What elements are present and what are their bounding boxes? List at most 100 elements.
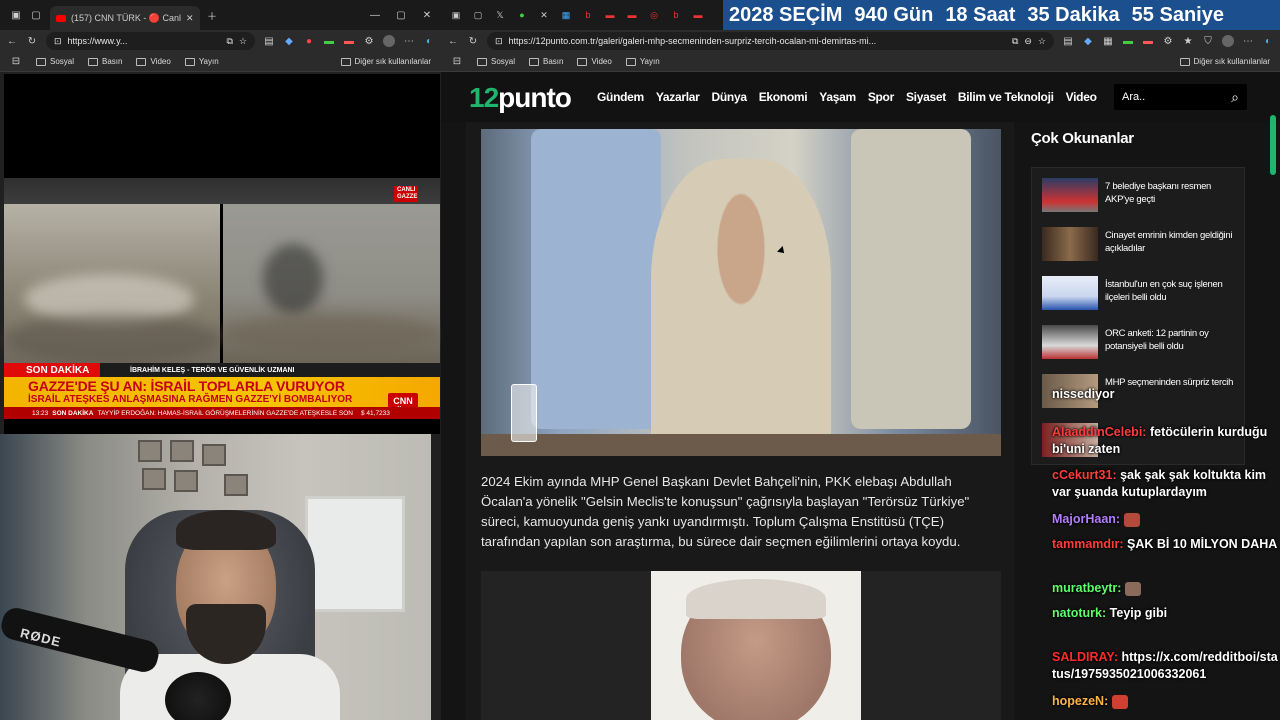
read-aloud-icon[interactable]: ⧉ — [226, 36, 232, 47]
bookmark-folder[interactable]: Yayın — [625, 57, 660, 66]
settings-gear-icon[interactable]: ⚙ — [363, 35, 375, 47]
popular-item[interactable]: İstanbul'un en çok suç işlenen ilçeleri … — [1042, 276, 1242, 316]
right-url-field[interactable]: ⊡ https://12punto.com.tr/galeri/galeri-m… — [487, 32, 1054, 50]
favorites-icon[interactable]: ★ — [1182, 35, 1194, 47]
refresh-icon[interactable]: ↻ — [467, 35, 479, 47]
nav-item-spor[interactable]: Spor — [868, 90, 894, 104]
favorite-star-icon[interactable]: ☆ — [239, 36, 247, 47]
article-content: 2024 Ekim ayında MHP Genel Başkanı Devle… — [466, 122, 1014, 720]
popular-title: ORC anketi: 12 partinin oy potansiyeli b… — [1105, 328, 1209, 352]
nav-item-ekonomi[interactable]: Ekonomi — [759, 90, 808, 104]
copilot-icon[interactable]: ◐ — [1262, 35, 1274, 47]
workspaces-icon[interactable]: ▣ — [445, 4, 467, 26]
left-address-bar: ← ↻ ⊡ https://www.y... ⧉ ☆ ▤ ◆ ● ▬ ▬ ⚙ ⋯… — [0, 30, 441, 52]
extension-icon[interactable]: ▬ — [1122, 35, 1134, 47]
bookmark-folder[interactable]: Video — [136, 57, 171, 66]
nav-item-video[interactable]: Video — [1066, 90, 1097, 104]
bookmark-folder[interactable]: Sosyal — [36, 57, 74, 66]
nav-item-bilim[interactable]: Bilim ve Teknoloji — [958, 90, 1054, 104]
bookmark-folder[interactable]: Video — [577, 57, 612, 66]
favorites-toggle-icon[interactable]: ⊟ — [10, 56, 22, 68]
tab-icon[interactable]: ◎ — [643, 4, 665, 26]
workspaces-icon[interactable]: ▣ — [10, 9, 22, 21]
tab-icon[interactable]: ▬ — [621, 4, 643, 26]
folder-icon — [477, 57, 487, 66]
tab-icon[interactable]: ▦ — [555, 4, 577, 26]
extension-icon[interactable]: ● — [303, 35, 315, 47]
popular-thumb — [1042, 227, 1098, 261]
breaking-tag: SON DAKİKA — [4, 363, 100, 377]
new-tab-icon[interactable]: ＋ — [206, 9, 218, 23]
tab-actions-icon[interactable]: ▢ — [467, 4, 489, 26]
bookmark-folder[interactable]: Sosyal — [477, 57, 515, 66]
tab-icon[interactable]: ● — [511, 4, 533, 26]
popular-item[interactable]: 7 belediye başkanı resmen AKP'ye geçti — [1042, 178, 1242, 218]
extension-icon[interactable]: ▬ — [323, 35, 335, 47]
copilot-icon[interactable]: ◐ — [423, 35, 435, 47]
folder-icon — [184, 57, 195, 66]
site-logo[interactable]: 12punto — [469, 82, 572, 114]
read-aloud-icon[interactable]: ⧉ — [1012, 36, 1018, 47]
other-bookmarks[interactable]: Diğer sık kullanılanlar — [340, 57, 431, 66]
tab-icon[interactable]: ▬ — [687, 4, 709, 26]
bookmark-folder[interactable]: Yayın — [184, 57, 219, 66]
other-bookmarks[interactable]: Diğer sık kullanılanlar — [1179, 57, 1270, 66]
nav-item-gundem[interactable]: Gündem — [597, 90, 644, 104]
window-close-icon[interactable]: ✕ — [421, 9, 433, 21]
bookmark-folder[interactable]: Basın — [529, 57, 563, 66]
left-url-field[interactable]: ⊡ https://www.y... ⧉ ☆ — [46, 32, 255, 50]
extension-icon[interactable]: ▬ — [1142, 35, 1154, 47]
avatar[interactable] — [383, 35, 395, 47]
extension-icon[interactable]: ◆ — [283, 35, 295, 47]
tab-actions-icon[interactable]: ▢ — [30, 9, 42, 21]
webcam-feed: RØDE — [0, 434, 431, 720]
page-scrollbar[interactable] — [1270, 115, 1276, 175]
close-icon[interactable]: ✕ — [186, 13, 194, 24]
nav-item-dunya[interactable]: Dünya — [712, 90, 747, 104]
favorites-toggle-icon[interactable]: ⊟ — [451, 56, 463, 68]
shield-icon[interactable]: ⛉ — [1202, 35, 1214, 47]
minimize-icon[interactable]: — — [369, 9, 381, 21]
extension-icon[interactable]: ◆ — [1082, 35, 1094, 47]
back-icon[interactable]: ← — [447, 35, 459, 47]
sidebar-title: Çok Okunanlar — [1031, 130, 1134, 147]
extension-icon[interactable]: ▤ — [1062, 35, 1074, 47]
popular-item[interactable]: ORC anketi: 12 partinin oy potansiyeli b… — [1042, 325, 1242, 365]
more-menu-icon[interactable]: ⋯ — [403, 35, 415, 47]
more-menu-icon[interactable]: ⋯ — [1242, 35, 1254, 47]
favorite-star-icon[interactable]: ☆ — [1038, 36, 1046, 47]
chat-message: tammamdır: ŞAK Bİ 10 MİLYON DAHA — [1052, 536, 1280, 553]
site-info-icon[interactable]: ⊡ — [54, 36, 62, 47]
extension-icon[interactable]: ▤ — [263, 35, 275, 47]
tab-icon[interactable]: b — [577, 4, 599, 26]
search-input[interactable]: Ara.. ⌕ — [1114, 84, 1247, 110]
chat-text: Teyip gibi — [1109, 606, 1168, 620]
chat-username: cCekurt31: — [1052, 468, 1117, 482]
tab-title: (157) CNN TÜRK - 🔴 Canlı Yayın — [71, 12, 181, 23]
nav-item-yasam[interactable]: Yaşam — [819, 90, 856, 104]
tab-icon[interactable]: ▬ — [599, 4, 621, 26]
back-icon[interactable]: ← — [6, 35, 18, 47]
extension-icon[interactable]: ▦ — [1102, 35, 1114, 47]
news-ticker: 13:23 SON DAKİKA TAYYİP ERDOĞAN: HAMAS-İ… — [4, 407, 440, 419]
chat-message: nissediyor — [1052, 386, 1280, 403]
nav-item-yazarlar[interactable]: Yazarlar — [656, 90, 700, 104]
close-icon[interactable]: ✕ — [533, 4, 555, 26]
refresh-icon[interactable]: ↻ — [26, 35, 38, 47]
extension-icon[interactable]: ▬ — [343, 35, 355, 47]
search-icon[interactable]: ⌕ — [1231, 89, 1239, 106]
maximize-icon[interactable]: ▢ — [395, 9, 407, 21]
site-info-icon[interactable]: ⊡ — [495, 36, 503, 47]
headline-bar: GAZZE'DE ŞU AN: İSRAİL TOPLARLA VURUYOR … — [4, 377, 440, 419]
nav-item-siyaset[interactable]: Siyaset — [906, 90, 946, 104]
avatar[interactable] — [1222, 35, 1234, 47]
tab-cnn-turk[interactable]: (157) CNN TÜRK - 🔴 Canlı Yayın ✕ — [50, 6, 200, 30]
popular-item[interactable]: Cinayet emrinin kimden geldiğini açıklad… — [1042, 227, 1242, 267]
settings-gear-icon[interactable]: ⚙ — [1162, 35, 1174, 47]
video-player[interactable]: CANLI GAZZE SON DAKİKA İBRAHİM KELEŞ - T… — [4, 74, 440, 434]
tab-icon[interactable]: b — [665, 4, 687, 26]
bookmark-folder[interactable]: Basın — [88, 57, 122, 66]
headline: GAZZE'DE ŞU AN: İSRAİL TOPLARLA VURUYOR — [28, 378, 345, 394]
reader-icon[interactable]: ⊖ — [1024, 36, 1032, 47]
x-tab-icon[interactable]: 𝕏 — [489, 4, 511, 26]
